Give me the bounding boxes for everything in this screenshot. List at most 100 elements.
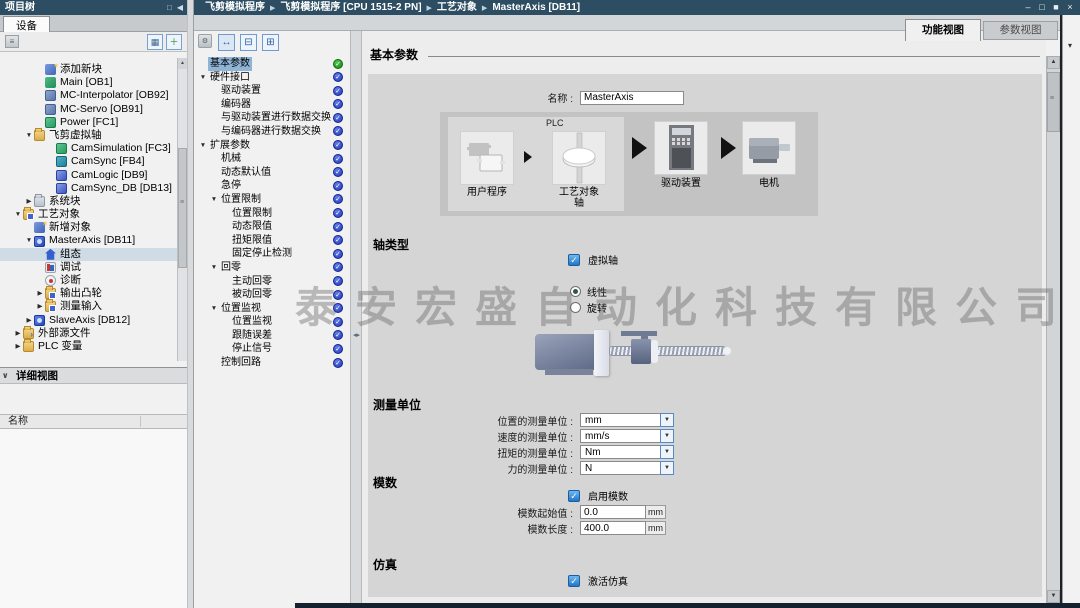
nav-item[interactable]: 动态默认值✓ (194, 166, 350, 180)
detail-view-header[interactable]: ∨ 详细视图 (0, 367, 187, 384)
collapse-icon[interactable]: ▼ (24, 234, 34, 247)
nav-item[interactable]: ▼回零✓ (194, 261, 350, 275)
sync-view-icon[interactable]: ↔ (218, 34, 235, 51)
tree-item[interactable]: MC-Servo [OB91] (0, 103, 177, 116)
editor-scrollbar[interactable]: ▲ ▼ (1046, 56, 1060, 603)
tree-item[interactable]: ▼工艺对象 (0, 208, 177, 221)
grid-view-icon[interactable]: ▦ (147, 34, 163, 50)
pin-panel-icon[interactable]: □ (167, 3, 172, 12)
chevron-down-icon[interactable]: ∨ (2, 368, 9, 384)
activate-simulation-checkbox[interactable] (568, 575, 580, 587)
nav-item[interactable]: 控制回路✓ (194, 356, 350, 370)
expand-icon[interactable]: ▶ (35, 300, 45, 313)
tree-item[interactable]: ▶测量输入 (0, 300, 177, 313)
tree-item[interactable]: Power [FC1] (0, 116, 177, 129)
tree-scrollbar[interactable]: ▲ (177, 58, 187, 361)
tree-item[interactable]: 组态 (0, 248, 177, 261)
maximize-button[interactable]: ■ (1049, 0, 1063, 15)
scrollbar-thumb[interactable] (178, 148, 187, 268)
unit-dropdown[interactable]: mm▼ (580, 413, 674, 427)
tab-devices[interactable]: 设备 (3, 16, 50, 32)
nav-item[interactable]: ▼位置限制✓ (194, 193, 350, 207)
nav-item[interactable]: 与编码器进行数据交换✓ (194, 125, 350, 139)
tab-function-view[interactable]: 功能视图 (905, 19, 981, 41)
nav-item[interactable]: ▼位置监视✓ (194, 302, 350, 316)
nav-item[interactable]: 停止信号✓ (194, 342, 350, 356)
breadcrumb-item[interactable]: 飞剪模拟程序 [CPU 1515-2 PN] (280, 2, 421, 13)
unit-dropdown[interactable]: Nm▼ (580, 445, 674, 459)
collapse-icon[interactable]: ▼ (209, 302, 219, 316)
tree-view-icon[interactable]: ≡ (5, 35, 19, 48)
virtual-axis-checkbox[interactable] (568, 254, 580, 266)
chevron-down-icon[interactable]: ▾ (1068, 41, 1072, 50)
tree-item[interactable]: CamSync [FB4] (0, 155, 177, 168)
splitter-grip-icon[interactable]: ◂▸ (353, 331, 360, 340)
chevron-down-icon[interactable]: ▼ (660, 413, 674, 427)
tree-item[interactable]: ▼飞剪虚拟轴 (0, 129, 177, 142)
nav-item[interactable]: 主动回零✓ (194, 275, 350, 289)
collapse-icon[interactable]: ▼ (13, 208, 23, 221)
chevron-down-icon[interactable]: ▼ (660, 445, 674, 459)
nav-item[interactable]: 被动回零✓ (194, 288, 350, 302)
scroll-down-icon[interactable]: ▼ (1047, 590, 1060, 603)
expand-all-icon[interactable]: ⊞ (262, 34, 279, 51)
nav-item[interactable]: 动态限值✓ (194, 220, 350, 234)
tree-item[interactable]: ▶输出凸轮 (0, 287, 177, 300)
expand-icon[interactable]: ▶ (13, 327, 23, 340)
axis-name-input[interactable] (580, 91, 684, 105)
close-button[interactable]: × (1063, 0, 1077, 15)
nav-item[interactable]: 扭矩限值✓ (194, 234, 350, 248)
expand-icon[interactable]: ▶ (35, 287, 45, 300)
nav-splitter[interactable]: ◂▸ (350, 31, 362, 603)
nav-item[interactable]: ▼扩展参数✓ (194, 139, 350, 153)
tree-item[interactable]: 添加新块 (0, 63, 177, 76)
collapse-icon[interactable]: ▼ (209, 193, 219, 207)
unit-dropdown[interactable]: N▼ (580, 461, 674, 475)
technology-object-icon[interactable]: ⚙ (198, 34, 212, 48)
minimize-button[interactable]: – (1021, 0, 1035, 15)
expand-icon[interactable]: ▶ (24, 314, 34, 327)
unit-dropdown[interactable]: mm/s▼ (580, 429, 674, 443)
nav-item[interactable]: 编码器✓ (194, 98, 350, 112)
tab-parameter-view[interactable]: 参数视图 (983, 21, 1058, 40)
nav-item[interactable]: 与驱动装置进行数据交换✓ (194, 111, 350, 125)
tree-item[interactable]: CamSync_DB [DB13] (0, 182, 177, 195)
tree-item[interactable]: ▼MasterAxis [DB11] (0, 234, 177, 247)
tree-item[interactable]: ▶系统块 (0, 195, 177, 208)
nav-item[interactable]: 位置限制✓ (194, 207, 350, 221)
nav-item[interactable]: ▼硬件接口✓ (194, 71, 350, 85)
tree-item[interactable]: ▶外部源文件 (0, 327, 177, 340)
collapse-icon[interactable]: ▼ (198, 139, 208, 153)
collapse-icon[interactable]: ▼ (209, 261, 219, 275)
nav-item[interactable]: 固定停止检测✓ (194, 247, 350, 261)
panel-splitter[interactable] (187, 0, 194, 608)
collapse-panel-icon[interactable]: ◀ (177, 3, 183, 12)
detail-name-column[interactable]: 名称 (0, 414, 187, 429)
tree-item[interactable]: Main [OB1] (0, 76, 177, 89)
tree-item[interactable]: ▶SlaveAxis [DB12] (0, 314, 177, 327)
add-column-icon[interactable]: ＋ (166, 34, 182, 50)
nav-item[interactable]: 急停✓ (194, 179, 350, 193)
modulo-value-input[interactable] (580, 521, 646, 535)
tree-item[interactable]: 新增对象 (0, 221, 177, 234)
tree-item[interactable]: CamLogic [DB9] (0, 169, 177, 182)
tree-item[interactable]: 调试 (0, 261, 177, 274)
enable-modulo-checkbox[interactable] (568, 490, 580, 502)
nav-item[interactable]: 跟随误差✓ (194, 329, 350, 343)
breadcrumb-item[interactable]: MasterAxis [DB11] (492, 2, 580, 13)
nav-item[interactable]: 位置监视✓ (194, 315, 350, 329)
collapse-icon[interactable]: ▼ (198, 71, 208, 85)
expand-icon[interactable]: ▶ (13, 340, 23, 353)
expand-icon[interactable]: ▶ (24, 195, 34, 208)
scrollbar-thumb[interactable] (1047, 72, 1060, 132)
tree-item[interactable]: CamSimulation [FC3] (0, 142, 177, 155)
chevron-down-icon[interactable]: ▼ (660, 429, 674, 443)
collapse-icon[interactable]: ▼ (24, 129, 34, 142)
nav-item[interactable]: 机械✓ (194, 152, 350, 166)
selected-radio-button[interactable] (570, 286, 581, 297)
tree-item[interactable]: ▶PLC 变量 (0, 340, 177, 353)
scroll-up-icon[interactable]: ▲ (1047, 56, 1060, 69)
chevron-down-icon[interactable]: ▼ (660, 461, 674, 475)
nav-item[interactable]: 基本参数✓ (194, 57, 350, 71)
tree-item[interactable]: 诊断 (0, 274, 177, 287)
